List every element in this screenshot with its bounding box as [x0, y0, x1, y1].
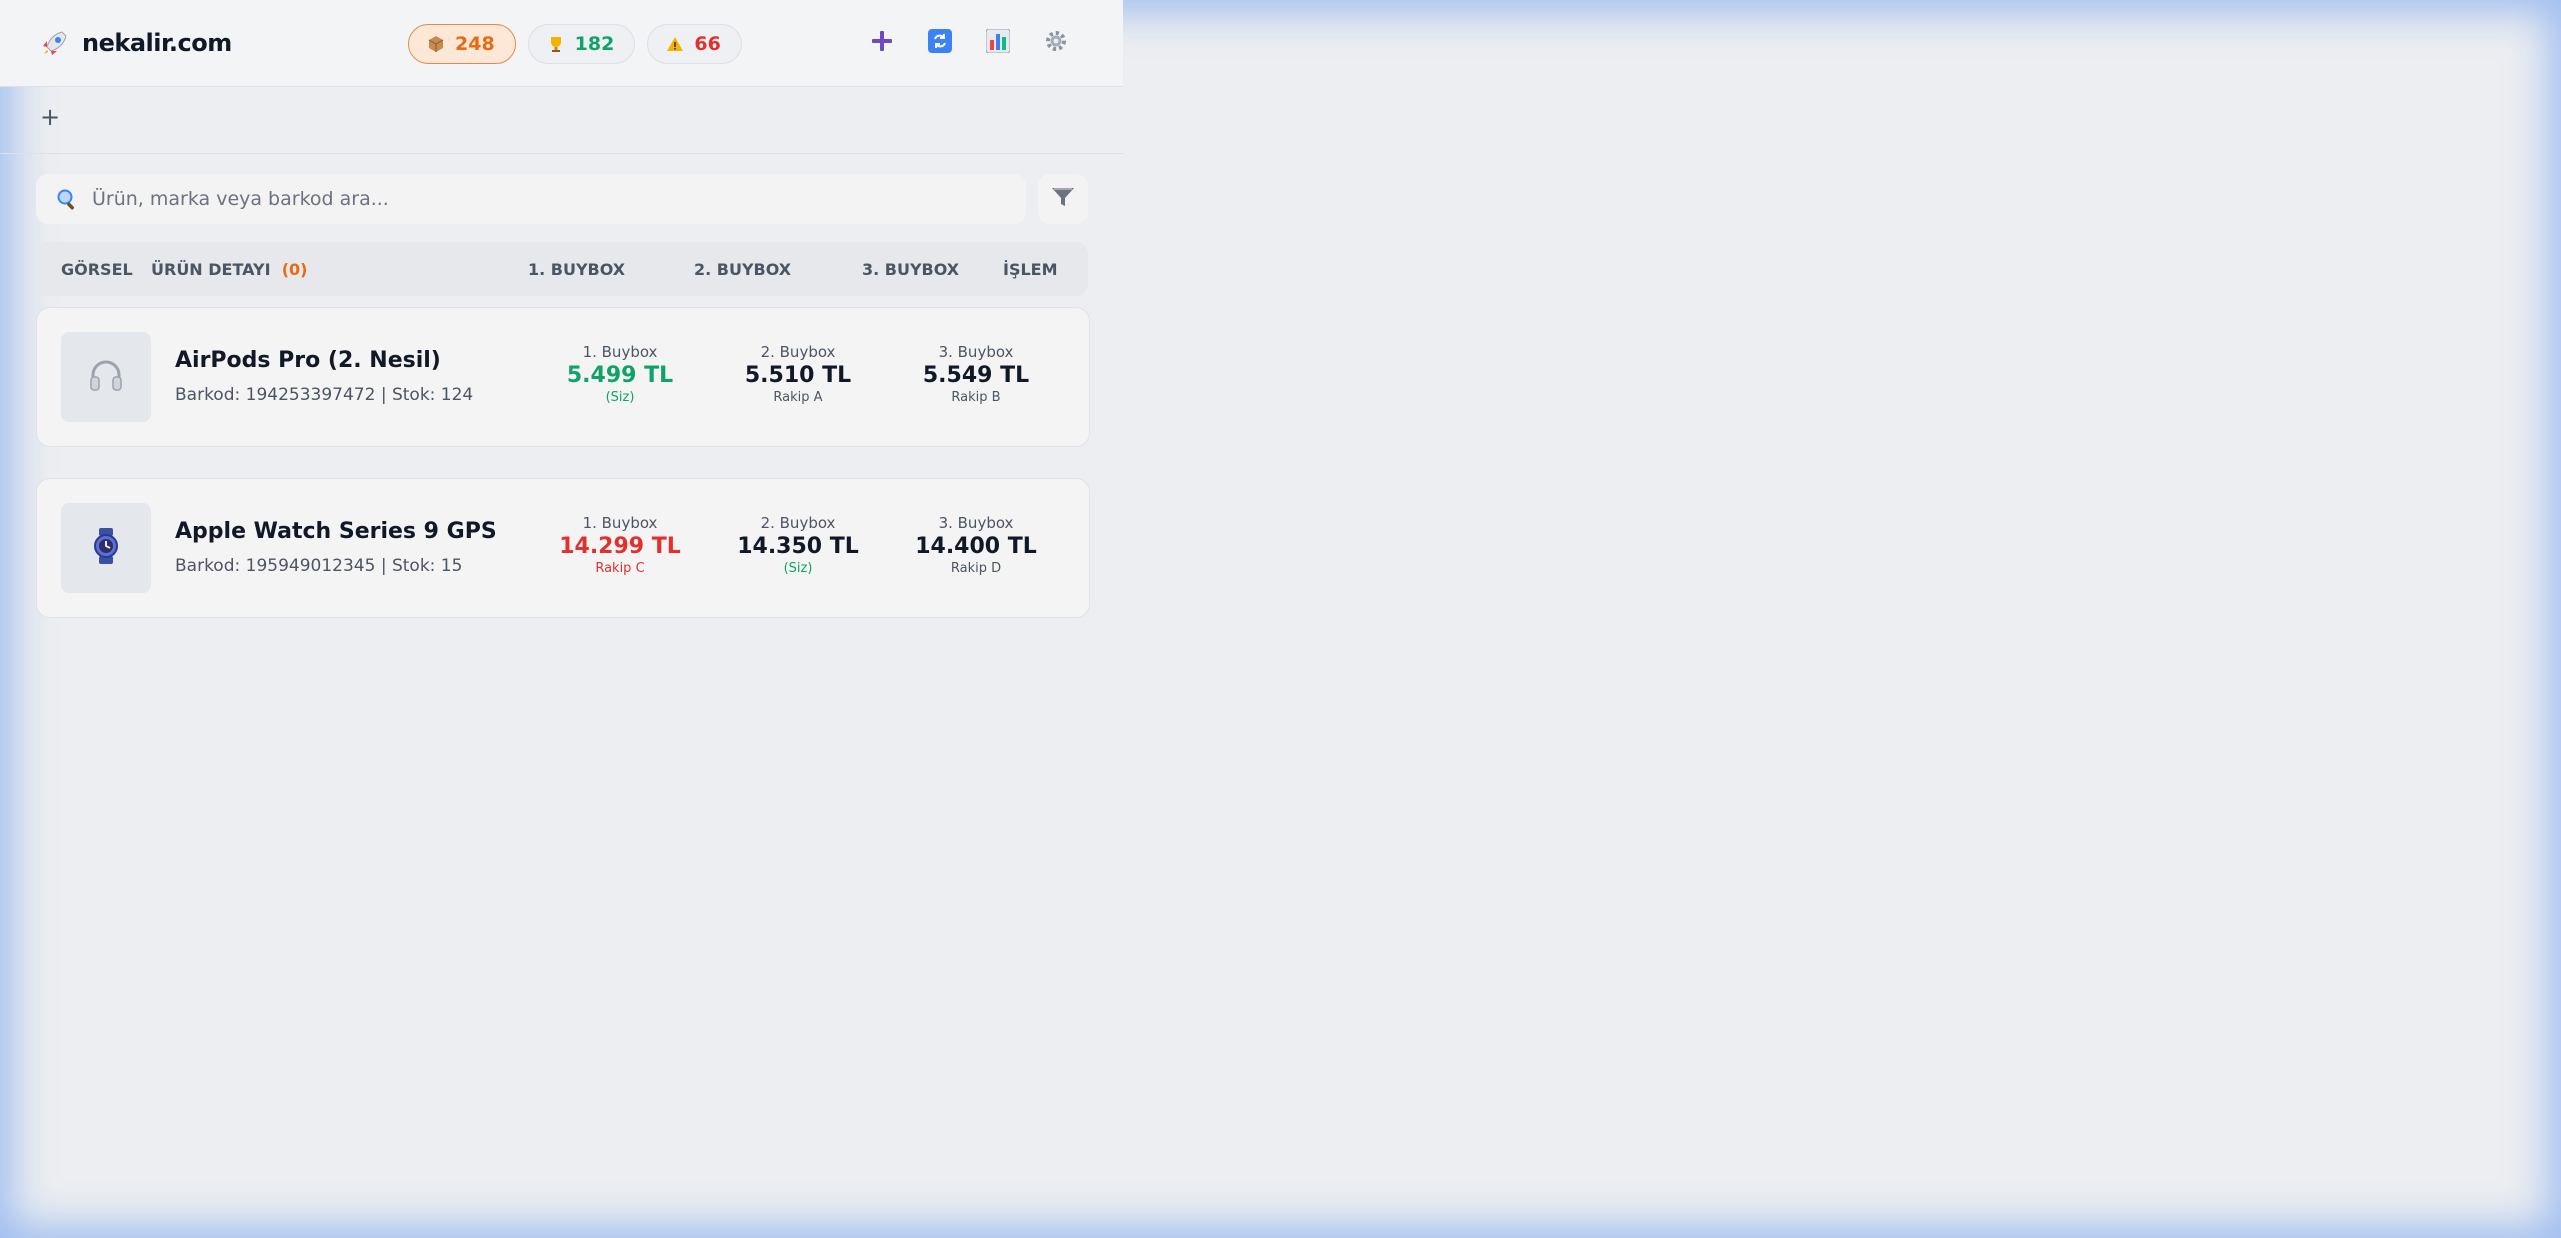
brand-name: nekalir.com	[82, 29, 232, 57]
stat-value: 248	[455, 33, 495, 55]
buybox-seller: Rakip C	[595, 561, 645, 576]
trophy-icon	[547, 35, 565, 53]
buybox-3: 3. Buybox 5.549 TL Rakip B	[901, 343, 1051, 405]
stats-group: 248 182 66	[408, 24, 742, 64]
chart-icon	[985, 28, 1011, 57]
gear-icon	[1044, 29, 1068, 57]
tab-bar: +	[0, 87, 1123, 154]
buybox-seller: Rakip A	[773, 390, 823, 405]
product-image	[61, 332, 151, 422]
buybox-price: 5.510 TL	[744, 363, 852, 388]
col-action: İŞLEM	[1003, 260, 1058, 279]
table-header: GÖRSEL ÜRÜN DETAYI (0) 1. BUYBOX 2. BUYB…	[36, 242, 1088, 296]
col-buybox-3: 3. BUYBOX	[862, 260, 960, 279]
col-buybox-2: 2. BUYBOX	[694, 260, 792, 279]
col-buybox-1: 1. BUYBOX	[528, 260, 626, 279]
top-header: nekalir.com 248 182 66	[0, 0, 1123, 87]
col-detail: ÜRÜN DETAYI (0)	[151, 260, 307, 279]
warning-icon	[666, 35, 684, 53]
filter-icon	[1050, 184, 1076, 214]
product-row[interactable]: Apple Watch Series 9 GPS Barkod: 1959490…	[36, 478, 1090, 618]
stat-value: 182	[574, 33, 615, 55]
col-image: GÖRSEL	[61, 260, 133, 279]
buybox-1: 1. Buybox 14.299 TL Rakip C	[545, 514, 695, 576]
buybox-price: 14.400 TL	[915, 534, 1037, 559]
buybox-seller: Rakip D	[950, 561, 1002, 576]
reports-button[interactable]	[985, 28, 1011, 57]
product-name[interactable]: AirPods Pro (2. Nesil)	[175, 348, 441, 373]
buybox-label: 3. Buybox	[938, 514, 1014, 532]
add-button[interactable]	[869, 30, 895, 56]
col-detail-label: ÜRÜN DETAYI	[151, 260, 271, 279]
buybox-price: 14.299 TL	[559, 534, 681, 559]
buybox-seller: (Siz)	[605, 390, 635, 405]
filter-button[interactable]	[1038, 174, 1088, 224]
stat-value: 66	[694, 33, 721, 55]
rocket-icon	[40, 28, 70, 58]
buybox-label: 2. Buybox	[760, 514, 836, 532]
buybox-seller: (Siz)	[783, 561, 813, 576]
buybox-label: 1. Buybox	[582, 514, 658, 532]
settings-button[interactable]	[1043, 30, 1069, 56]
product-meta: Barkod: 194253397472 | Stok: 124	[175, 385, 474, 405]
app-root: nekalir.com 248 182 66 + Ürün, marka vey…	[0, 0, 1123, 1238]
buybox-seller: Rakip B	[951, 390, 1001, 405]
buybox-2: 2. Buybox 5.510 TL Rakip A	[723, 343, 873, 405]
buybox-2: 2. Buybox 14.350 TL (Siz)	[723, 514, 873, 576]
headphones-icon	[86, 355, 126, 399]
buybox-3: 3. Buybox 14.400 TL Rakip D	[901, 514, 1051, 576]
header-actions	[869, 28, 1069, 57]
watch-icon	[86, 526, 126, 570]
stat-total-products[interactable]: 248	[408, 24, 516, 64]
product-image	[61, 503, 151, 593]
buybox-price: 5.499 TL	[566, 363, 674, 388]
search-input[interactable]	[90, 187, 994, 211]
search-box	[36, 174, 1026, 224]
buybox-label: 2. Buybox	[760, 343, 836, 361]
buybox-label: 1. Buybox	[582, 343, 658, 361]
add-tab-button[interactable]: +	[40, 103, 60, 131]
box-icon	[427, 35, 445, 53]
search-icon	[56, 188, 78, 210]
add-icon	[871, 30, 893, 56]
buybox-price: 5.549 TL	[922, 363, 1030, 388]
stat-winning[interactable]: 182	[527, 24, 636, 64]
stat-warnings[interactable]: 66	[647, 24, 742, 64]
refresh-icon	[928, 29, 952, 57]
buybox-1: 1. Buybox 5.499 TL (Siz)	[545, 343, 695, 405]
product-row[interactable]: AirPods Pro (2. Nesil) Barkod: 194253397…	[36, 307, 1090, 447]
col-detail-count: (0)	[281, 260, 308, 279]
refresh-button[interactable]	[927, 29, 953, 57]
product-name[interactable]: Apple Watch Series 9 GPS	[175, 519, 497, 544]
buybox-price: 14.350 TL	[737, 534, 859, 559]
product-meta: Barkod: 195949012345 | Stok: 15	[175, 556, 463, 576]
brand[interactable]: nekalir.com	[40, 28, 232, 58]
buybox-label: 3. Buybox	[938, 343, 1014, 361]
